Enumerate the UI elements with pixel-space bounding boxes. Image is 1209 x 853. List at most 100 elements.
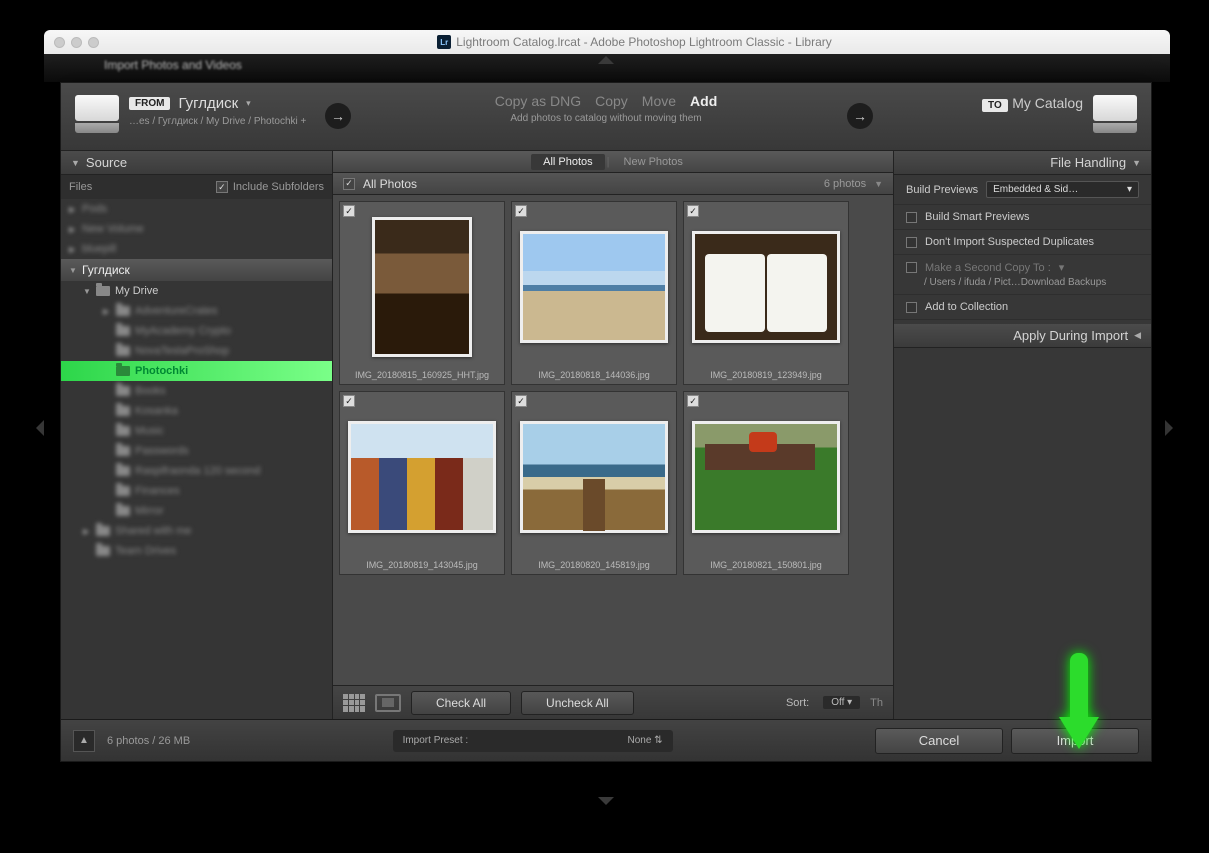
thumb-checkbox[interactable]: ✓ (343, 205, 355, 217)
tab-new-photos[interactable]: New Photos (612, 154, 695, 170)
apply-during-import-header[interactable]: Apply During Import ◀ (894, 324, 1151, 348)
traffic-lights[interactable] (54, 37, 99, 48)
disclosure-triangle-icon[interactable]: ◀ (1134, 330, 1141, 341)
no-duplicates-checkbox[interactable] (906, 237, 917, 248)
thumb-checkbox[interactable]: ✓ (343, 395, 355, 407)
action-copy-dng[interactable]: Copy as DNG (495, 93, 581, 109)
dest-name[interactable]: My Catalog (1012, 95, 1083, 111)
tree-item[interactable]: Passwords (61, 441, 332, 461)
select-all-checkbox[interactable]: ✓ (343, 178, 355, 190)
cancel-button[interactable]: Cancel (875, 728, 1003, 754)
source-block[interactable]: FROM Гуглдиск ▾ …es / Гуглдиск / My Driv… (75, 95, 306, 133)
tab-all-photos[interactable]: All Photos (531, 154, 605, 170)
tree-item[interactable]: ▶New Volume (61, 219, 332, 239)
tree-item[interactable]: ▶AdventureCrates (61, 301, 332, 321)
check-all-button[interactable]: Check All (411, 691, 511, 715)
photo-count: 6 photos (824, 178, 866, 190)
thumb-filename: IMG_20180815_160925_HHT.jpg (340, 370, 504, 380)
tree-item[interactable]: NovaTeslaProShop (61, 341, 332, 361)
thumbnail-image[interactable] (372, 217, 472, 357)
action-add[interactable]: Add (690, 93, 717, 109)
add-collection-row[interactable]: Add to Collection (894, 295, 1151, 320)
tree-item[interactable]: Books (61, 381, 332, 401)
grid-view-icon[interactable] (343, 694, 365, 712)
tree-item[interactable]: Kosanka (61, 401, 332, 421)
destination-block[interactable]: TO My Catalog (982, 95, 1137, 133)
add-collection-checkbox[interactable] (906, 302, 917, 313)
close-dot[interactable] (54, 37, 65, 48)
nav-forward-right-icon[interactable]: → (847, 103, 873, 129)
tree-item-selected[interactable]: Photochki (61, 361, 332, 381)
thumb-checkbox[interactable]: ✓ (687, 395, 699, 407)
tree-item[interactable]: ▶Pods (61, 199, 332, 219)
file-handling-header[interactable]: File Handling ▼ (894, 151, 1151, 175)
grid-header: ✓ All Photos 6 photos ▼ (333, 173, 893, 195)
thumbnail-image[interactable] (692, 231, 840, 343)
source-dropdown-icon[interactable]: ▾ (246, 98, 251, 109)
tree-item[interactable]: Music (61, 421, 332, 441)
import-stats: 6 photos / 26 MB (107, 735, 190, 747)
thumbnail-cell[interactable]: ✓ IMG_20180815_160925_HHT.jpg (339, 201, 505, 385)
chevron-down-icon[interactable]: ▾ (1059, 261, 1065, 274)
thumbnail-grid: ✓ IMG_20180815_160925_HHT.jpg ✓ IMG_2018… (333, 195, 893, 685)
thumbnail-cell[interactable]: ✓ IMG_20180818_144036.jpg (511, 201, 677, 385)
thumb-checkbox[interactable]: ✓ (687, 205, 699, 217)
sort-dropdown[interactable]: Off ▾ (823, 696, 860, 709)
thumbnail-cell[interactable]: ✓ IMG_20180820_145819.jpg (511, 391, 677, 575)
grid-panel: All Photos | New Photos ✓ All Photos 6 p… (333, 151, 893, 719)
tree-item[interactable]: ▶bluepill (61, 239, 332, 259)
files-label: Files (69, 181, 92, 193)
thumbnail-image[interactable] (520, 231, 668, 343)
minimize-dot[interactable] (71, 37, 82, 48)
tree-item[interactable]: Team Drives (61, 541, 332, 561)
source-panel-title: Source (86, 155, 127, 170)
dialog-footer: ▲ 6 photos / 26 MB Import Preset : None … (61, 719, 1151, 761)
source-tree[interactable]: ▶Pods ▶New Volume ▶bluepill ▼Гуглдиск ▼M… (61, 199, 332, 719)
panel-expand-left-icon[interactable] (36, 420, 44, 436)
second-copy-row[interactable]: Make a Second Copy To : ▾ / Users / ifud… (894, 255, 1151, 295)
tree-item-mydrive[interactable]: ▼My Drive (61, 281, 332, 301)
preset-value: None (628, 735, 652, 746)
thumb-checkbox[interactable]: ✓ (515, 395, 527, 407)
sort-label: Sort: (786, 697, 809, 709)
no-duplicates-row[interactable]: Don't Import Suspected Duplicates (894, 230, 1151, 255)
from-badge: FROM (129, 97, 170, 110)
disclosure-triangle-icon[interactable]: ▼ (71, 158, 80, 168)
import-preset-select[interactable]: Import Preset : None ⇅ (393, 730, 673, 752)
tree-item[interactable]: MyAcademy Crypto (61, 321, 332, 341)
nav-forward-left-icon[interactable]: → (325, 103, 351, 129)
smart-previews-row[interactable]: Build Smart Previews (894, 205, 1151, 230)
include-subfolders-checkbox[interactable]: ✓ (216, 181, 228, 193)
tree-volume-header[interactable]: ▼Гуглдиск (61, 259, 332, 281)
tree-item[interactable]: Mirror (61, 501, 332, 521)
tree-item[interactable]: Raspifraonda 120 second (61, 461, 332, 481)
source-name[interactable]: Гуглдиск (178, 95, 238, 112)
action-move[interactable]: Move (642, 93, 676, 109)
action-copy[interactable]: Copy (595, 93, 628, 109)
minimize-toggle-button[interactable]: ▲ (73, 730, 95, 752)
thumbnail-cell[interactable]: ✓ IMG_20180819_143045.jpg (339, 391, 505, 575)
thumb-checkbox[interactable]: ✓ (515, 205, 527, 217)
thumbnail-image[interactable] (692, 421, 840, 533)
thumbnail-image[interactable] (520, 421, 668, 533)
second-copy-label: Make a Second Copy To : (925, 262, 1051, 274)
thumbnail-cell[interactable]: ✓ IMG_20180819_123949.jpg (683, 201, 849, 385)
thumbnail-image[interactable] (348, 421, 496, 533)
thumbnail-cell[interactable]: ✓ IMG_20180821_150801.jpg (683, 391, 849, 575)
tree-item[interactable]: ▶Shared with me (61, 521, 332, 541)
chevron-down-icon[interactable]: ▼ (874, 179, 883, 189)
to-badge: TO (982, 99, 1008, 112)
loupe-view-icon[interactable] (375, 694, 401, 712)
smart-previews-checkbox[interactable] (906, 212, 917, 223)
panel-expand-bottom-icon[interactable] (598, 797, 614, 805)
build-previews-select[interactable]: Embedded & Sid…▾ (986, 181, 1139, 198)
tree-item[interactable]: Finances (61, 481, 332, 501)
panel-expand-top-icon[interactable] (598, 56, 614, 64)
second-copy-checkbox[interactable] (906, 262, 917, 273)
panel-expand-right-icon[interactable] (1165, 420, 1173, 436)
source-panel-header[interactable]: ▼ Source (61, 151, 332, 175)
zoom-dot[interactable] (88, 37, 99, 48)
build-previews-label: Build Previews (906, 184, 978, 196)
uncheck-all-button[interactable]: Uncheck All (521, 691, 634, 715)
disclosure-triangle-icon[interactable]: ▼ (1132, 158, 1141, 168)
